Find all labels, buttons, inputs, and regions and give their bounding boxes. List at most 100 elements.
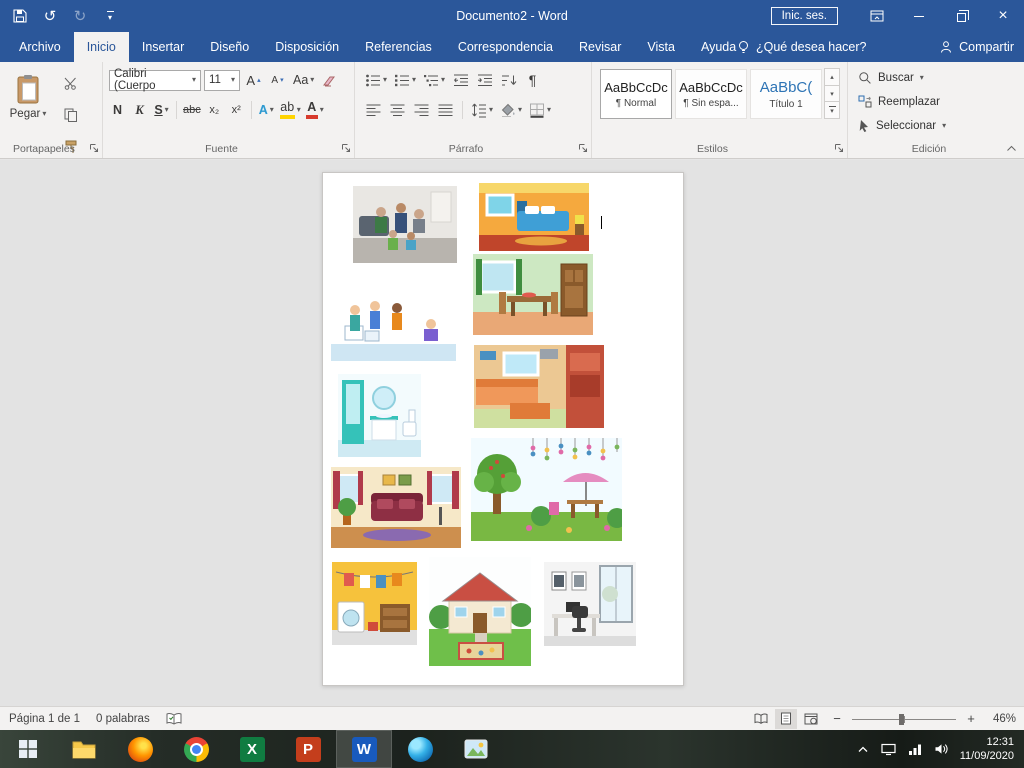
format-painter-button[interactable] (60, 136, 81, 158)
justify-button[interactable] (435, 99, 456, 121)
styles-scroll-down-button[interactable]: ▾ (824, 85, 840, 103)
font-size-combo[interactable]: 11 ▾ (204, 70, 240, 91)
align-right-button[interactable] (411, 99, 432, 121)
copy-button[interactable] (60, 104, 81, 126)
tray-volume-button[interactable] (934, 743, 948, 755)
document-page[interactable] (322, 172, 684, 686)
increase-indent-button[interactable] (474, 69, 495, 91)
tray-network-button[interactable] (908, 743, 922, 755)
tab-inicio[interactable]: Inicio (74, 32, 129, 62)
minimize-button[interactable] (898, 0, 940, 32)
zoom-percentage[interactable]: 46% (986, 713, 1016, 725)
firefox-button[interactable] (112, 730, 168, 768)
close-button[interactable]: × (982, 0, 1024, 32)
laundry-room-clipart[interactable] (332, 562, 417, 645)
file-explorer-button[interactable] (56, 730, 112, 768)
house-exterior-clipart[interactable] (429, 557, 531, 666)
undo-button[interactable]: ↺ (38, 4, 62, 28)
chrome-button[interactable] (168, 730, 224, 768)
font-dialog-launcher[interactable] (341, 143, 351, 153)
restore-button[interactable] (940, 0, 982, 32)
style-no-spacing[interactable]: AaBbCcDc ¶ Sin espa... (675, 69, 747, 119)
align-center-button[interactable] (387, 99, 408, 121)
styles-gallery-more-button[interactable]: ▾ (824, 101, 840, 119)
print-layout-button[interactable] (775, 709, 797, 729)
show-marks-button[interactable]: ¶ (522, 69, 543, 91)
start-button[interactable] (0, 730, 56, 768)
grow-font-button[interactable]: A▴ (243, 69, 264, 91)
share-button[interactable]: Compartir (939, 32, 1014, 62)
font-color-button[interactable]: A▾ (304, 99, 326, 121)
tab-disposicion[interactable]: Disposición (262, 32, 352, 62)
clipboard-dialog-launcher[interactable] (89, 143, 99, 153)
family-room-photo[interactable] (353, 186, 457, 263)
web-layout-button[interactable] (800, 709, 822, 729)
save-button[interactable] (8, 4, 32, 28)
zoom-out-button[interactable]: − (830, 711, 844, 726)
ribbon-display-options-button[interactable] (856, 0, 898, 32)
align-left-button[interactable] (363, 99, 384, 121)
tab-archivo[interactable]: Archivo (6, 32, 74, 62)
zoom-slider[interactable] (852, 712, 956, 726)
superscript-button[interactable]: x² (226, 99, 247, 121)
borders-button[interactable]: ▾ (527, 99, 553, 121)
kids-playing-clipart[interactable] (331, 284, 456, 361)
tray-device-button[interactable] (881, 743, 896, 756)
sort-button[interactable] (498, 69, 519, 91)
zoom-in-button[interactable]: + (964, 711, 978, 726)
word-count[interactable]: 0 palabras (96, 713, 150, 725)
living-room-clipart[interactable] (331, 467, 461, 548)
italic-button[interactable]: K (129, 99, 150, 121)
underline-button[interactable]: S▾ (151, 99, 172, 121)
tab-vista[interactable]: Vista (634, 32, 688, 62)
redo-button[interactable]: ↻ (68, 4, 92, 28)
clear-formatting-button[interactable] (319, 69, 340, 91)
tell-me-box[interactable]: ¿Qué desea hacer? (737, 32, 867, 62)
shading-button[interactable]: ▾ (498, 99, 524, 121)
decrease-indent-button[interactable] (450, 69, 471, 91)
bathroom-clipart[interactable] (338, 374, 421, 457)
tab-insertar[interactable]: Insertar (129, 32, 197, 62)
style-heading-1[interactable]: AaBbC( Título 1 (750, 69, 822, 119)
kitchen-clipart[interactable] (474, 345, 604, 428)
tab-correspondencia[interactable]: Correspondencia (445, 32, 566, 62)
text-effects-button[interactable]: A▾ (256, 99, 277, 121)
word-button[interactable]: W (336, 730, 392, 768)
tab-diseno[interactable]: Diseño (197, 32, 262, 62)
paste-button[interactable]: Pegar▾ (5, 67, 51, 147)
select-button[interactable]: Seleccionar ▾ (858, 119, 946, 132)
change-case-button[interactable]: Aa▾ (291, 69, 316, 91)
numbering-button[interactable]: ▾ (392, 69, 418, 91)
tab-revisar[interactable]: Revisar (566, 32, 634, 62)
customize-quick-access-button[interactable]: ▾ (98, 4, 122, 28)
highlight-color-button[interactable]: ab▾ (278, 99, 303, 121)
multilevel-list-button[interactable]: ▾ (421, 69, 447, 91)
photos-button[interactable] (448, 730, 504, 768)
styles-scroll-up-button[interactable]: ▴ (824, 68, 840, 86)
shrink-font-button[interactable]: A▾ (267, 69, 288, 91)
strikethrough-button[interactable]: abc (181, 99, 203, 121)
find-button[interactable]: Buscar ▾ (858, 71, 924, 85)
tab-referencias[interactable]: Referencias (352, 32, 445, 62)
tray-expand-button[interactable] (857, 745, 869, 753)
page-indicator[interactable]: Página 1 de 1 (9, 713, 80, 725)
paragraph-dialog-launcher[interactable] (578, 143, 588, 153)
style-normal[interactable]: AaBbCcDc ¶ Normal (600, 69, 672, 119)
read-mode-button[interactable] (750, 709, 772, 729)
line-spacing-button[interactable]: ▾ (469, 99, 495, 121)
dining-room-clipart[interactable] (473, 254, 593, 335)
powerpoint-button[interactable]: P (280, 730, 336, 768)
font-name-combo[interactable]: Calibri (Cuerpo ▾ (109, 70, 201, 91)
edge-button[interactable] (392, 730, 448, 768)
office-clipart[interactable] (544, 562, 636, 646)
excel-button[interactable]: X (224, 730, 280, 768)
collapse-ribbon-button[interactable] (1006, 145, 1017, 152)
proofing-button[interactable] (166, 712, 182, 725)
replace-button[interactable]: Reemplazar (858, 95, 940, 108)
bullets-button[interactable]: ▾ (363, 69, 389, 91)
subscript-button[interactable]: x₂ (204, 99, 225, 121)
zoom-slider-thumb[interactable] (899, 714, 904, 725)
bold-button[interactable]: N (107, 99, 128, 121)
taskbar-clock[interactable]: 12:31 11/09/2020 (960, 735, 1014, 764)
styles-dialog-launcher[interactable] (834, 143, 844, 153)
